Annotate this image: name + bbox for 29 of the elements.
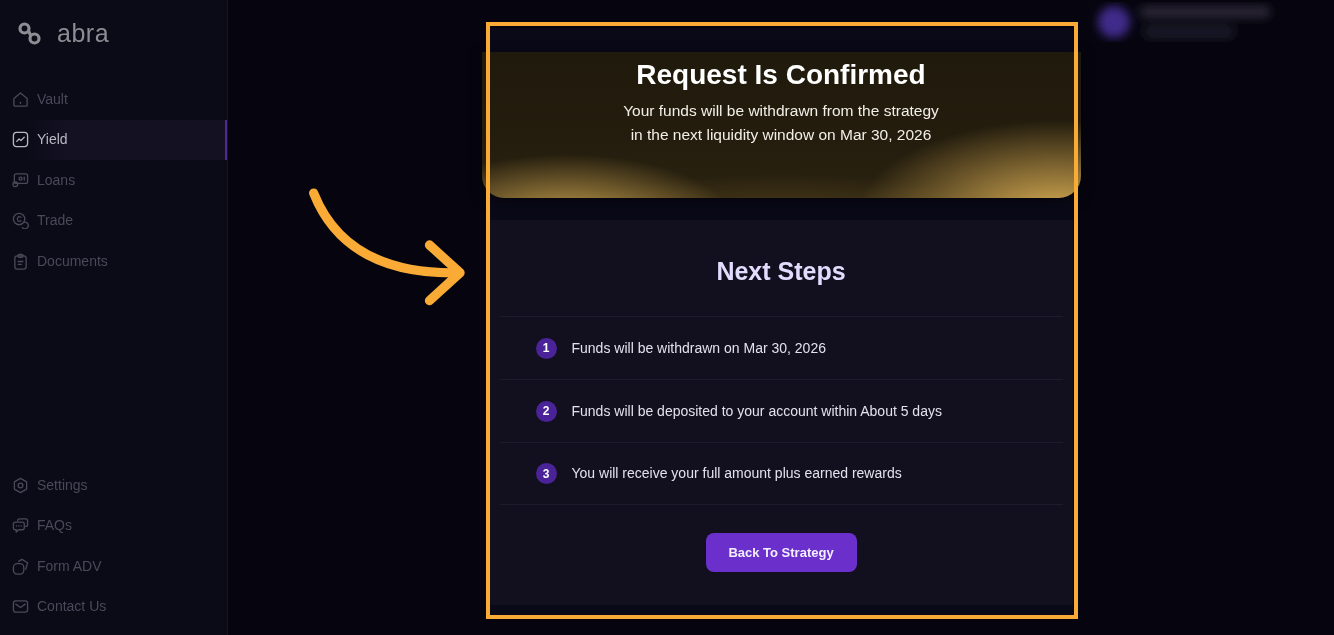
envelope-icon bbox=[12, 598, 29, 616]
hexagon-gear-icon bbox=[12, 476, 29, 494]
confirmation-message: Your funds will be withdrawn from the strategy in the next liquidity window on Mar 30, 2026 bbox=[623, 101, 939, 145]
sidebar-nav-item[interactable]: Vault bbox=[0, 79, 227, 120]
coin-icon bbox=[12, 212, 29, 230]
logo-wordmark: abra bbox=[57, 20, 110, 46]
house-icon bbox=[12, 90, 29, 108]
back-to-strategy-button[interactable]: Back To Strategy bbox=[705, 533, 857, 572]
documents-icon bbox=[12, 557, 29, 575]
step-text: Funds will be deposited to your account within About 5 days bbox=[571, 401, 942, 421]
sidebar-nav-item[interactable]: Trade bbox=[0, 200, 227, 241]
step-text: You will receive your full amount plus earned rewards bbox=[571, 464, 902, 483]
step-text: Funds will be withdrawn on Mar 30, 2026 bbox=[571, 338, 826, 358]
logo-mark-icon bbox=[18, 21, 41, 45]
sidebar-nav-item[interactable]: FAQs bbox=[0, 505, 227, 546]
sidebar-nav-item[interactable]: Loans bbox=[0, 160, 227, 201]
step-number: 3 bbox=[535, 463, 557, 484]
sidebar-nav-item[interactable]: Form ADV bbox=[0, 546, 227, 587]
step-number: 1 bbox=[535, 337, 557, 359]
sidebar-nav-item[interactable]: Contact Us bbox=[0, 586, 227, 627]
cash-icon bbox=[12, 171, 29, 189]
next-steps-title: Next Steps bbox=[715, 256, 847, 287]
sidebar-nav-item[interactable]: Documents bbox=[0, 241, 227, 282]
step-number: 2 bbox=[535, 400, 557, 422]
sidebar-nav-item[interactable]: Settings bbox=[0, 465, 227, 506]
chat-bubbles-icon bbox=[12, 517, 29, 535]
clipboard-icon bbox=[12, 252, 29, 270]
confirmation-title: Request Is Confirmed bbox=[635, 58, 927, 92]
chart-icon bbox=[12, 131, 29, 149]
